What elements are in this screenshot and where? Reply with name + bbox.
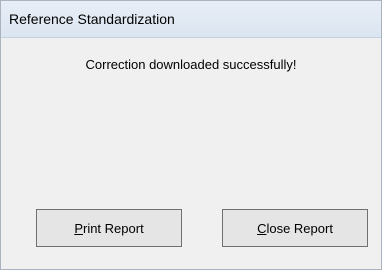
title-bar[interactable]: Reference Standardization <box>1 1 381 38</box>
print-report-mnemonic: P <box>74 220 83 236</box>
status-message: Correction downloaded successfully! <box>85 57 297 72</box>
window-title: Reference Standardization <box>9 11 175 27</box>
close-report-button[interactable]: Close Report <box>222 209 368 247</box>
print-report-button[interactable]: Print Report <box>36 209 182 247</box>
close-report-label: lose Report <box>266 220 333 236</box>
print-report-label: rint Report <box>82 220 144 236</box>
dialog-window: Reference Standardization Correction dow… <box>0 0 382 270</box>
